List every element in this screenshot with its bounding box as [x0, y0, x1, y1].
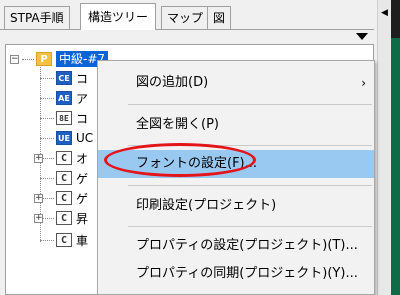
tree-item[interactable]: + C ゲ — [34, 189, 88, 207]
tab-diagram[interactable]: 図 — [207, 6, 232, 30]
dropdown-arrow-icon[interactable] — [356, 33, 368, 40]
tree-item-label: ゲ — [76, 191, 89, 206]
tree-item[interactable]: + C 昇 — [34, 209, 88, 227]
tree-toolbar — [0, 30, 374, 44]
tree-guide-line — [40, 178, 54, 179]
tree-item-label: オ — [76, 151, 89, 166]
tree-guide-line — [40, 98, 54, 99]
menu-item-open-all-diagrams[interactable]: 全図を開く(P) — [98, 111, 374, 139]
context-menu: 図の追加(D) › 全図を開く(P) フォントの設定(F)... 印刷設定(プロ… — [97, 60, 375, 295]
annotation-circle — [104, 143, 256, 177]
scroll-up-arrow-icon[interactable]: ◀ — [378, 6, 391, 20]
tree-item-label: 昇 — [76, 211, 89, 226]
component-icon: C — [56, 211, 72, 225]
component-element-icon: CE — [56, 71, 72, 85]
right-panel-header — [391, 0, 400, 38]
tree-item-label: コ — [76, 71, 89, 86]
right-side-panel — [391, 38, 400, 295]
component-icon: C — [56, 151, 72, 165]
tree-item-label: ゲ — [76, 171, 89, 186]
tree-item[interactable]: 8E コ — [56, 109, 88, 127]
tree-guide-line — [40, 78, 54, 79]
tree-guide-line — [22, 58, 34, 60]
tree-guide-line — [40, 138, 54, 139]
expand-icon[interactable]: + — [34, 213, 43, 223]
component-icon: C — [56, 171, 72, 185]
menu-item-label: 図の追加(D) — [136, 75, 209, 90]
actuator-element-icon: AE — [56, 91, 72, 105]
tree-root-node[interactable]: − P 中級-#7 — [10, 50, 109, 68]
menu-item-property-settings[interactable]: プロパティの設定(プロジェクト)(T)... — [98, 232, 374, 260]
vertical-scrollbar[interactable]: ◀ — [377, 0, 391, 295]
tab-bar: STPA手順 構造ツリー マップ 図 — [0, 0, 374, 30]
tree-guide-line — [40, 240, 54, 241]
tree-item[interactable]: C ゲ — [56, 169, 88, 187]
tree-item-label: 車 — [76, 233, 89, 248]
tree-item[interactable]: + C オ — [34, 149, 88, 167]
menu-item-property-sync[interactable]: プロパティの同期(プロジェクト)(Y)... — [98, 260, 374, 288]
menu-separator — [128, 104, 372, 105]
menu-separator — [128, 185, 372, 186]
submenu-arrow-icon: › — [361, 76, 366, 90]
tab-map[interactable]: マップ — [161, 6, 210, 30]
tree-item[interactable]: UE UC — [56, 129, 93, 147]
controller-element-icon: 8E — [56, 111, 72, 125]
tree-guide-line — [40, 118, 54, 119]
tree-item-label: コ — [76, 111, 89, 126]
tree-item[interactable]: C 車 — [56, 231, 88, 249]
menu-item-label: プロパティの同期(プロジェクト)(Y)... — [136, 266, 358, 281]
menu-item-add-diagram[interactable]: 図の追加(D) › — [98, 69, 374, 97]
component-icon: C — [56, 191, 72, 205]
menu-separator — [128, 226, 372, 227]
tree-item[interactable]: CE コ — [56, 69, 88, 87]
expand-icon[interactable]: + — [34, 193, 43, 203]
tab-structure-tree[interactable]: 構造ツリー — [80, 3, 157, 30]
uca-element-icon: UE — [56, 131, 72, 145]
expand-icon[interactable]: + — [34, 153, 43, 163]
tree-item-label: ア — [76, 91, 89, 106]
tree-item[interactable]: AE ア — [56, 89, 88, 107]
menu-item-label: 全図を開く(P) — [136, 117, 219, 132]
project-icon: P — [36, 52, 52, 66]
menu-item-print-settings[interactable]: 印刷設定(プロジェクト) — [98, 192, 374, 220]
tab-stpa-procedure[interactable]: STPA手順 — [4, 6, 70, 30]
menu-item-label: 印刷設定(プロジェクト) — [136, 198, 277, 213]
component-icon: C — [56, 233, 72, 247]
menu-item-label: プロパティの設定(プロジェクト)(T)... — [136, 238, 358, 253]
collapse-icon[interactable]: − — [10, 54, 19, 64]
tree-item-label: UC — [76, 131, 94, 145]
